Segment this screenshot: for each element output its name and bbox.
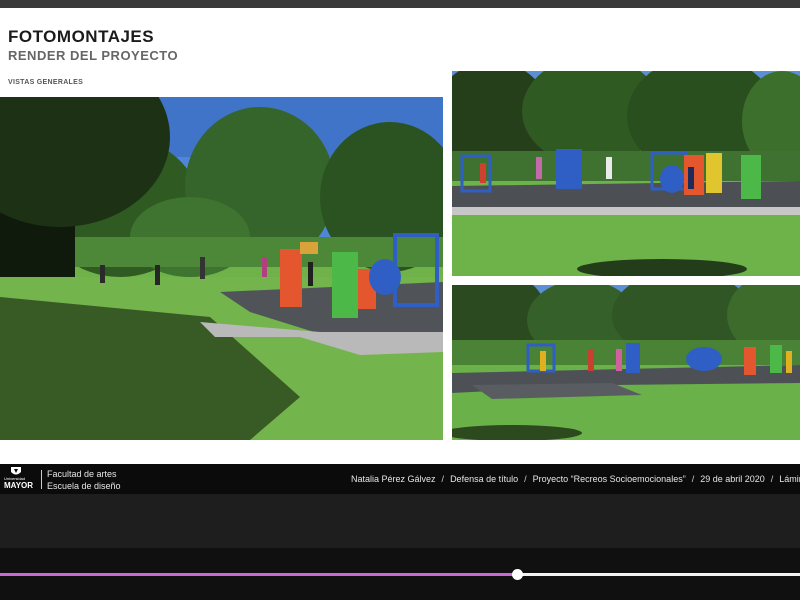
render-top-right-photo <box>452 71 800 276</box>
slide-title: FOTOMONTAJES <box>8 27 155 46</box>
separator: / <box>524 474 527 484</box>
credits-line: Natalia Pérez Gálvez / Defensa de título / P… <box>351 474 800 484</box>
top-strip <box>0 0 800 8</box>
faculty-info: Facultad de artes Escuela de diseño <box>47 468 121 492</box>
progress-track[interactable] <box>0 569 800 580</box>
separator: / <box>691 474 695 484</box>
video-player-controls <box>0 494 800 600</box>
author-name: Natalia Pérez Gálvez <box>351 474 436 484</box>
page-label: Lámina <box>779 474 800 484</box>
slide-footer: Universidad MAYOR Facultad de artes Escu… <box>0 464 800 494</box>
footer-divider <box>41 470 42 489</box>
render-main-photo <box>0 97 443 440</box>
section-label: VISTAS GENERALES <box>8 79 84 86</box>
slide-subtitle: RENDER DEL PROYECTO <box>8 48 179 63</box>
university-logo: Universidad MAYOR <box>4 467 34 491</box>
presentation-slide: FOTOMONTAJES RENDER DEL PROYECTO VISTAS … <box>0 8 800 464</box>
school-name: Escuela de diseño <box>47 481 121 491</box>
logo-text-big: MAYOR <box>4 481 34 490</box>
progress-fill <box>0 573 517 576</box>
faculty-name: Facultad de artes <box>47 469 117 479</box>
presentation-date: 29 de abril 2020 <box>700 474 765 484</box>
separator: / <box>441 474 445 484</box>
separator: / <box>770 474 774 484</box>
render-bottom-right-photo <box>452 285 800 440</box>
project-name: Proyecto “Recreos Socioemocionales” <box>532 474 686 484</box>
event-name: Defensa de título <box>450 474 519 484</box>
seek-handle[interactable] <box>511 569 523 580</box>
